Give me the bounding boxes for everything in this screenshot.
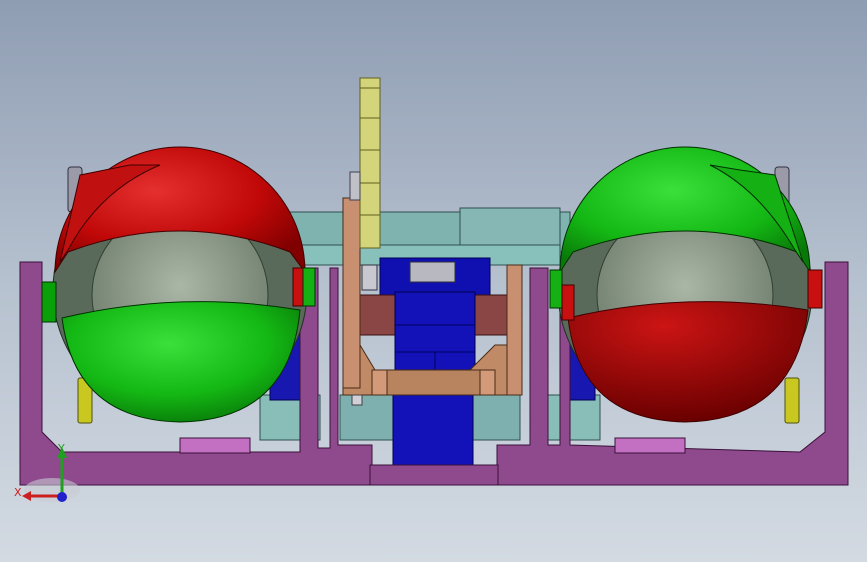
right-eyeball-assembly[interactable] [549,146,823,424]
y-axis-label: Y [57,442,65,455]
cad-viewport[interactable]: X Y [0,0,867,562]
left-eyeball-assembly[interactable] [41,146,316,424]
x-axis-label: X [14,486,22,499]
